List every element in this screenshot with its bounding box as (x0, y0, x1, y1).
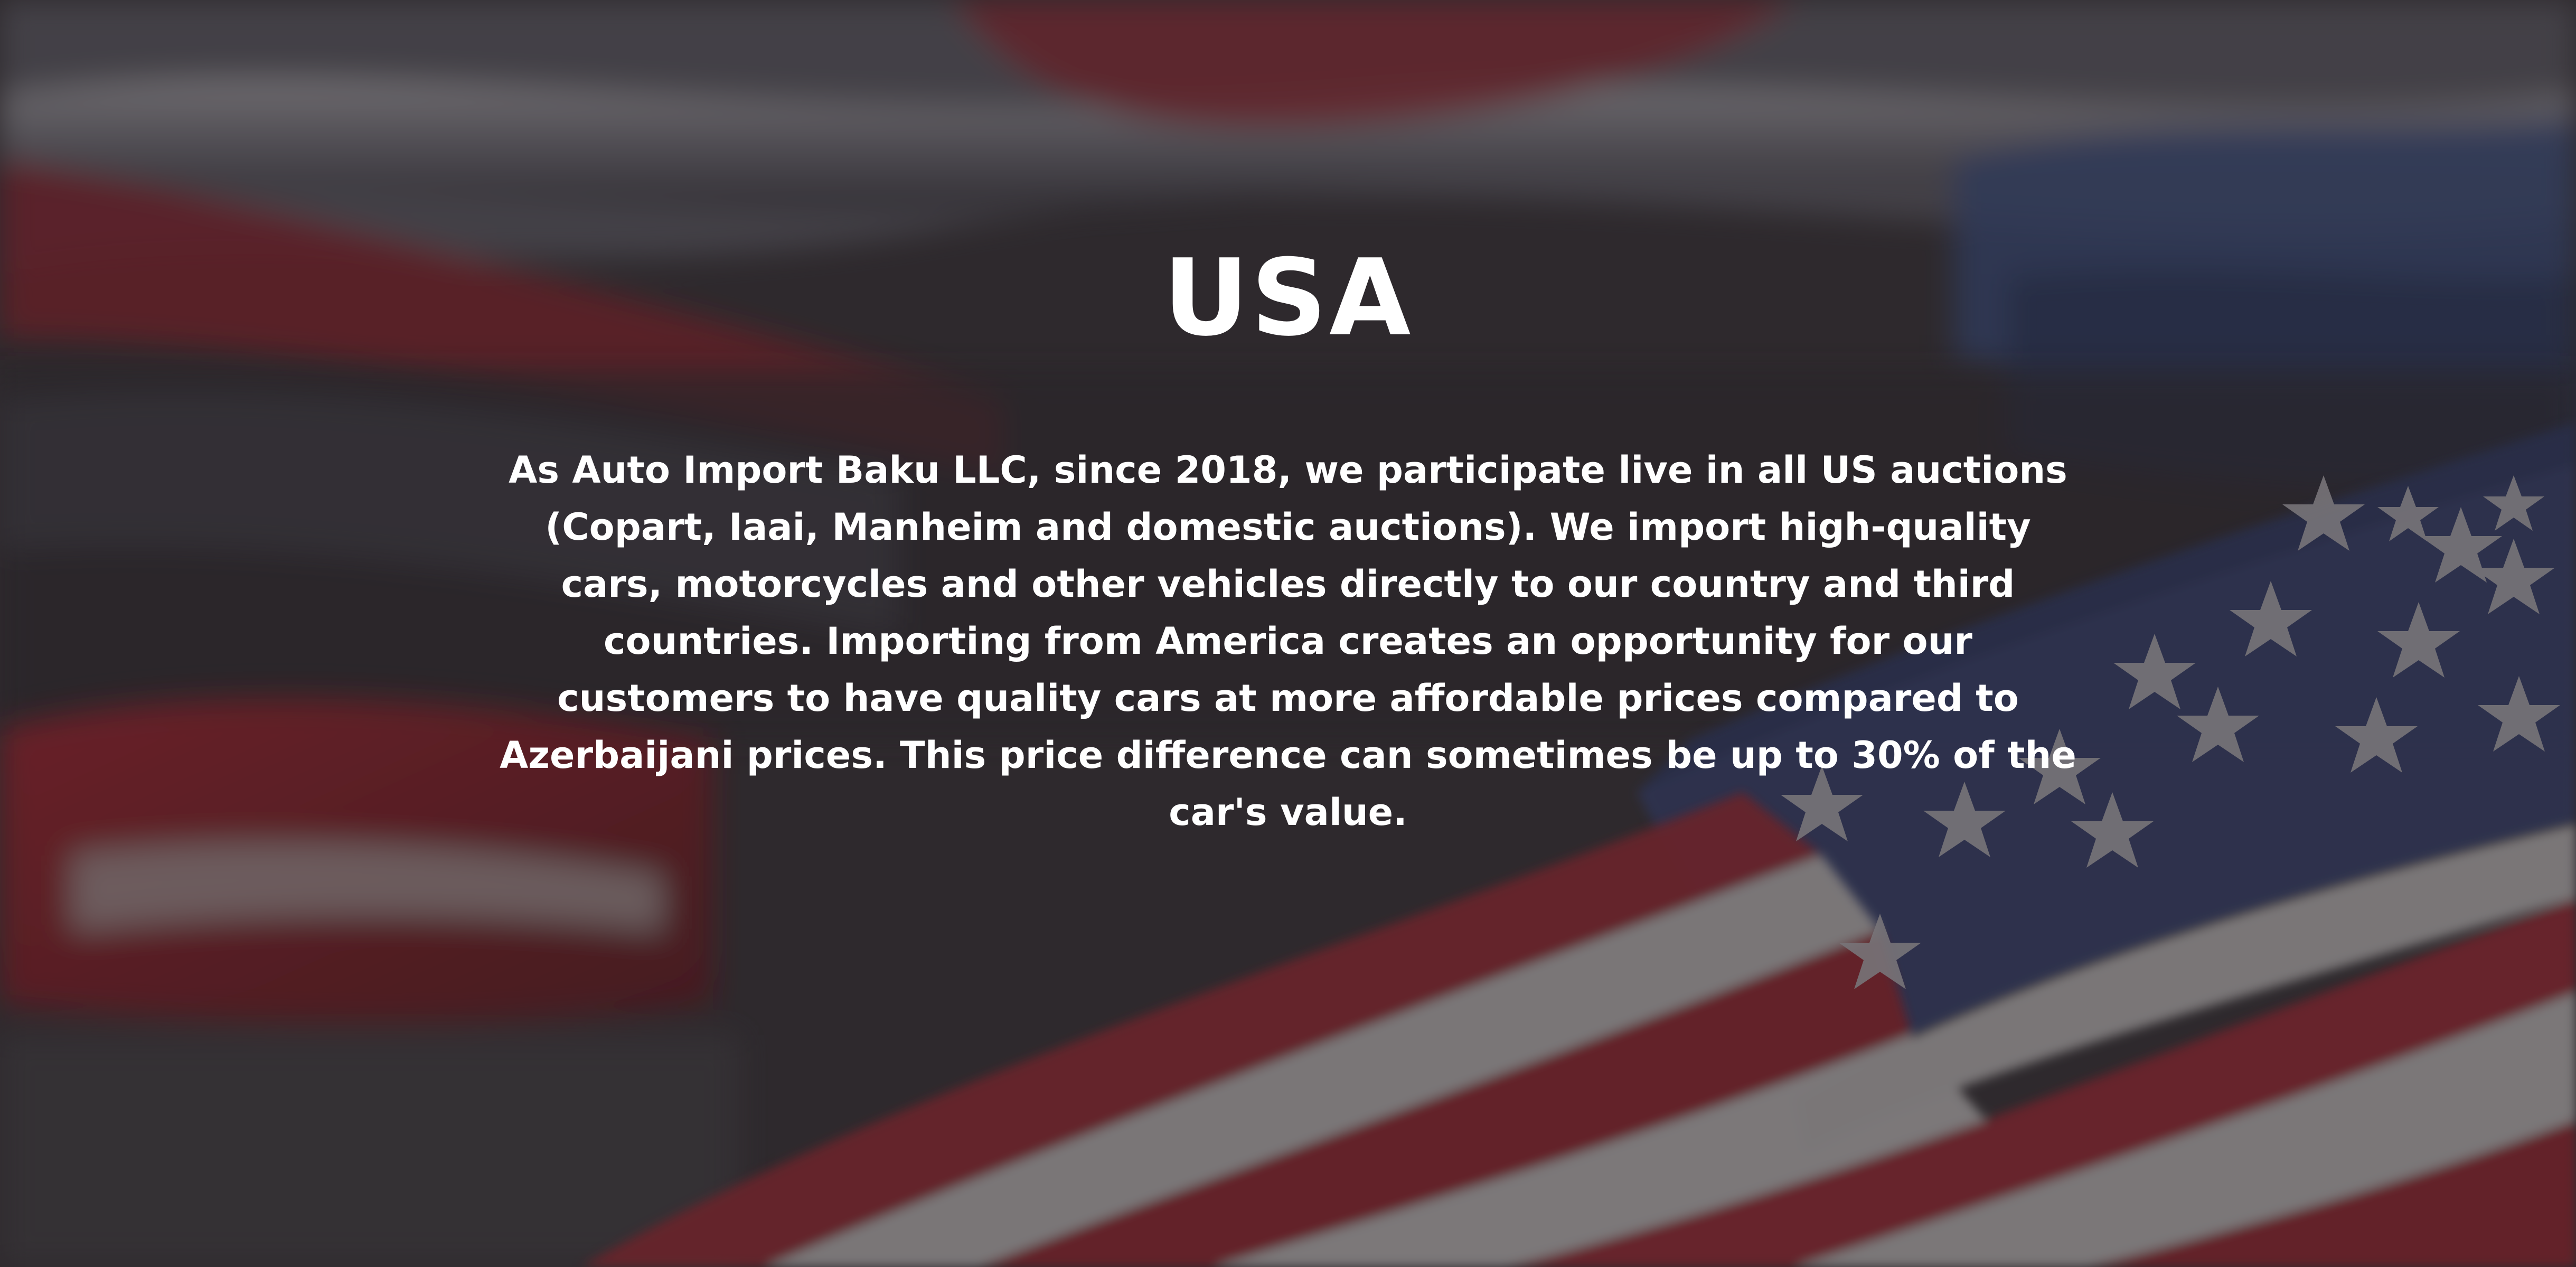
page-title: USA (1163, 237, 1413, 360)
hero-section: USA As Auto Import Baku LLC, since 2018,… (0, 0, 2576, 1267)
hero-description: As Auto Import Baku LLC, since 2018, we … (500, 448, 2076, 834)
hero-content: USA As Auto Import Baku LLC, since 2018,… (0, 0, 2576, 1267)
